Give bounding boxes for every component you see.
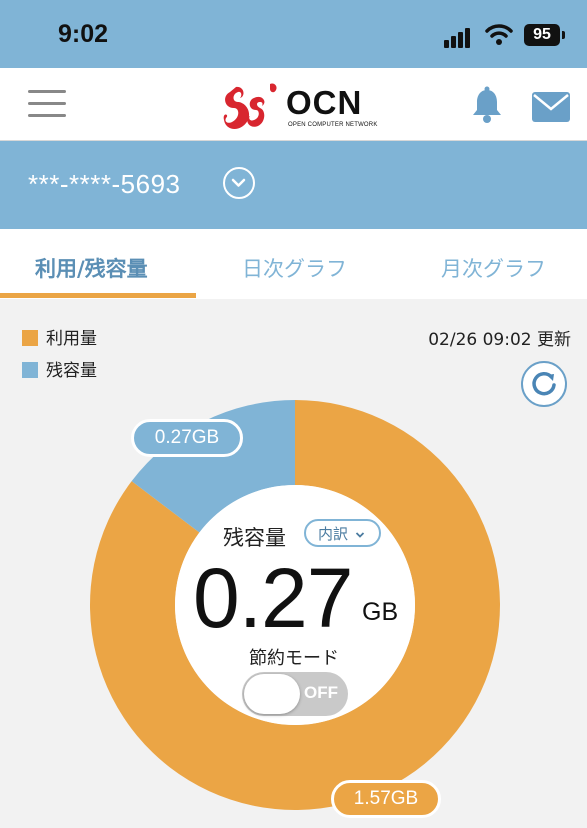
logo-subtitle: OPEN COMPUTER NETWORK [288, 122, 378, 128]
legend-label-used: 利用量 [46, 329, 97, 349]
legend-label-remaining: 残容量 [46, 361, 97, 381]
chevron-down-icon [355, 532, 364, 538]
remaining-amount-label: 0.27GB [131, 419, 243, 457]
wifi-icon [485, 24, 513, 45]
legend-item-used: 利用量 [22, 324, 97, 349]
legend-swatch-used [22, 330, 38, 346]
hamburger-menu-icon[interactable] [28, 88, 66, 118]
signal-icon [444, 26, 476, 48]
saving-mode-toggle[interactable]: OFF [242, 672, 348, 716]
status-time: 9:02 [58, 20, 109, 48]
active-tab-indicator [0, 293, 196, 298]
tab-daily-graph[interactable]: 日次グラフ [242, 253, 347, 283]
legend-swatch-remaining [22, 362, 38, 378]
tab-bar: 利用/残容量 日次グラフ 月次グラフ [0, 229, 587, 299]
saving-mode-label: 節約モード [249, 648, 339, 669]
toggle-state-text: OFF [304, 683, 338, 702]
tab-monthly-graph[interactable]: 月次グラフ [441, 253, 546, 283]
account-number: ***-****-5693 [28, 169, 181, 199]
tab-usage-remaining[interactable]: 利用/残容量 [35, 253, 148, 283]
account-dropdown-button[interactable] [223, 167, 255, 199]
refresh-icon [532, 371, 556, 396]
account-selector: ***-****-5693 [0, 141, 587, 229]
legend-item-remaining: 残容量 [22, 356, 97, 381]
remaining-unit: GB [362, 598, 399, 626]
breakdown-label: 内訳 [318, 525, 349, 543]
used-amount-label: 1.57GB [331, 780, 441, 818]
refresh-button[interactable] [521, 361, 567, 407]
center-remaining-label: 残容量 [223, 526, 286, 550]
bell-icon[interactable] [469, 86, 505, 124]
status-bar: 9:02 95 [0, 0, 587, 68]
ocn-logo: OCN OPEN COMPUTER NETWORK [220, 78, 380, 134]
logo-text: OCN [286, 84, 363, 121]
ocn-logo-mark-icon [223, 83, 277, 129]
last-updated: 02/26 09:02 更新 [428, 330, 571, 350]
remaining-value: 0.27 [193, 551, 353, 645]
breakdown-dropdown[interactable]: 内訳 [304, 519, 381, 547]
app-header: OCN OPEN COMPUTER NETWORK [0, 68, 587, 141]
battery-indicator: 95 [524, 24, 565, 46]
chevron-down-icon [231, 178, 246, 187]
mail-icon[interactable] [532, 92, 570, 122]
toggle-knob [244, 674, 300, 714]
